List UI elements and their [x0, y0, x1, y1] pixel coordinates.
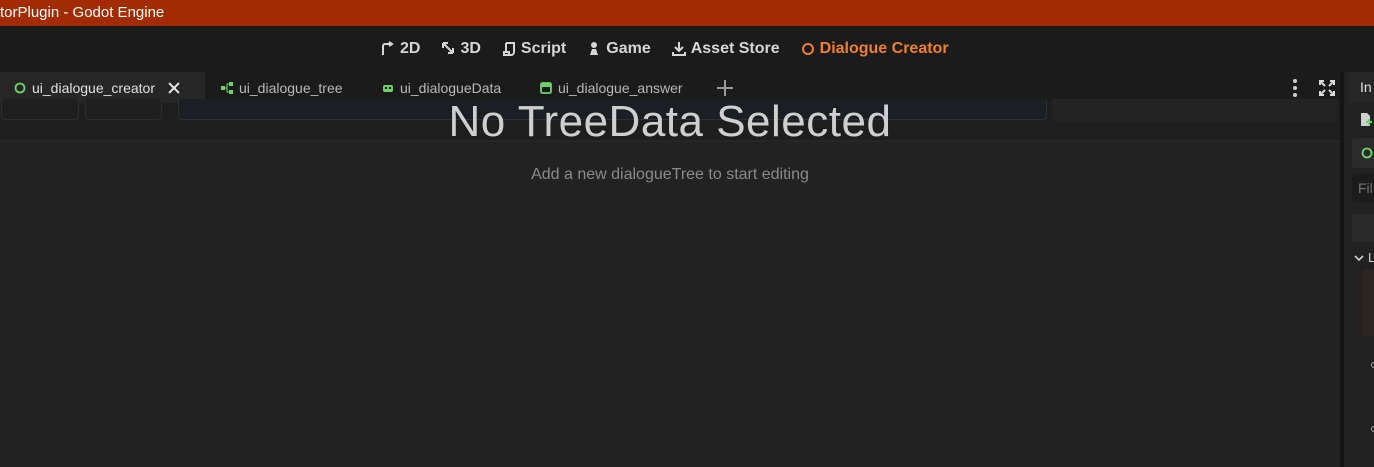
dialogue-editor-area: No TreeData Selected Add a new dialogueT… [0, 97, 1340, 467]
property-section-header[interactable]: L [1354, 250, 1374, 265]
selected-node-field[interactable] [1352, 138, 1374, 168]
workspace-tab-label: Dialogue Creator [819, 40, 949, 57]
property-preview[interactable] [1362, 270, 1374, 336]
workspace-tabs: 2D 3D Script Game Asset Store Dialogue C… [370, 26, 959, 72]
graph-node-icon [221, 81, 233, 94]
workspace-tab-asset-store[interactable]: Asset Store [661, 34, 790, 64]
circle-node-icon [14, 82, 26, 93]
chevron-down-icon [1354, 254, 1364, 261]
inspector-dock: In Fil L [1344, 72, 1374, 467]
filter-properties-input[interactable]: Fil [1352, 174, 1374, 202]
filter-placeholder: Fil [1358, 180, 1373, 196]
empty-state-subtitle: Add a new dialogueTree to start editing [531, 166, 809, 183]
scene-tab-label: ui_dialogue_answer [558, 79, 683, 96]
workspace-tab-label: Script [520, 40, 567, 57]
workspace-bar: 2D 3D Script Game Asset Store Dialogue C… [0, 26, 1374, 72]
scene-tab-label: ui_dialogue_creator [32, 79, 155, 96]
window-title-bar: torPlugin - Godot Engine [0, 0, 1374, 26]
more-options-icon[interactable] [1288, 79, 1302, 97]
workspace-tab-2d[interactable]: 2D [370, 34, 430, 64]
window-title: torPlugin - Godot Engine [0, 4, 165, 21]
new-resource-icon[interactable] [1358, 112, 1374, 128]
animated-node-icon [383, 84, 393, 92]
workspace-tab-3d[interactable]: 3D [430, 34, 490, 64]
download-icon [671, 42, 686, 56]
section-label: L [1368, 250, 1374, 265]
workspace-tab-game[interactable]: Game [576, 34, 660, 64]
workspace-tab-label: Asset Store [690, 40, 780, 57]
workspace-tab-dialogue-creator[interactable]: Dialogue Creator [790, 34, 959, 64]
circle-node-icon [1361, 147, 1373, 159]
empty-state-title: No TreeData Selected [448, 97, 892, 146]
workspace-tab-label: Game [606, 40, 651, 57]
game-icon [590, 42, 599, 55]
workspace-tab-script[interactable]: Script [491, 34, 576, 64]
panel-node-icon [540, 81, 552, 94]
dock-tab-label: In [1360, 79, 1372, 95]
workspace-tab-label: 2D [400, 40, 421, 57]
scene-tab-label: ui_dialogue_tree [239, 79, 343, 96]
dock-button[interactable] [1352, 214, 1374, 242]
script-icon [502, 42, 515, 56]
2d-icon [382, 41, 394, 55]
scene-tab-label: ui_dialogueData [400, 79, 502, 96]
3d-icon [442, 42, 455, 54]
close-icon[interactable] [167, 81, 181, 95]
dock-tab-inspector[interactable]: In [1348, 72, 1374, 103]
workspace-tab-label: 3D [460, 40, 481, 57]
fullscreen-icon[interactable] [1318, 79, 1336, 97]
add-tab-button[interactable] [716, 79, 734, 97]
circle-icon [801, 43, 814, 55]
